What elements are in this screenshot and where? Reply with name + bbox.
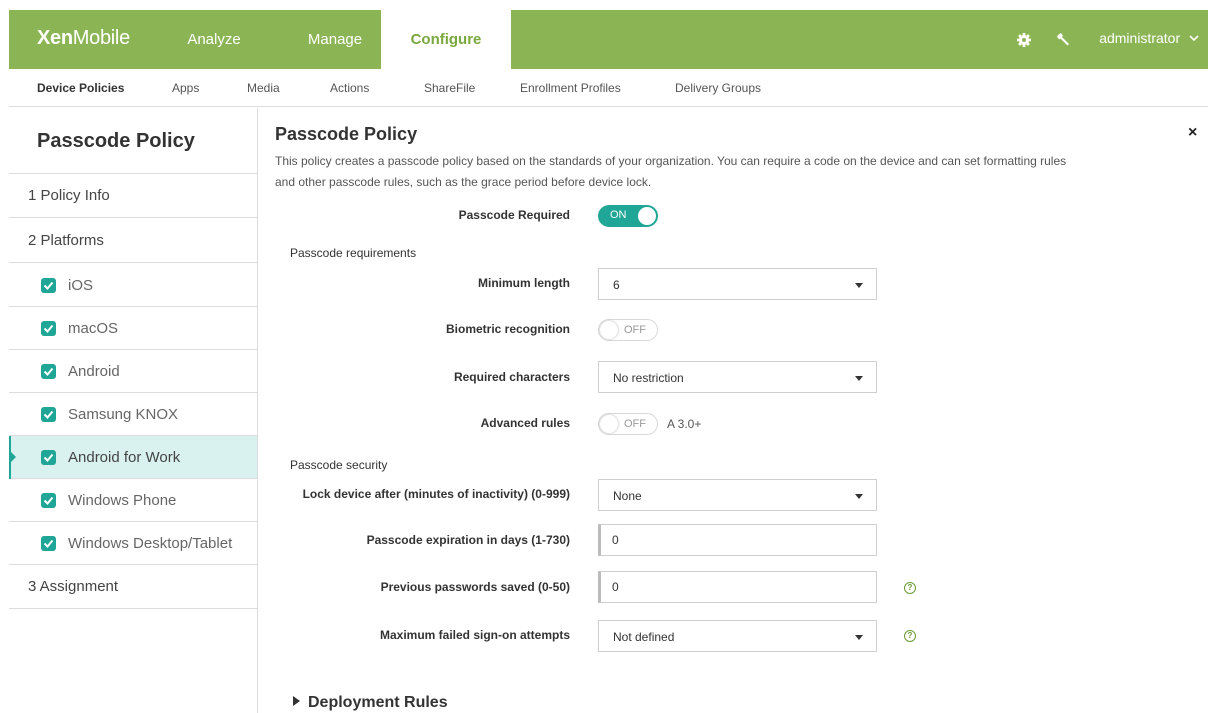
sub-nav-bar: Device Policies Apps Media Actions Share… (9, 69, 1208, 107)
platform-android-for-work[interactable]: Android for Work (9, 436, 257, 479)
xenmobile-logo[interactable]: XenMobile (37, 27, 130, 50)
lock-device-select[interactable]: None (598, 479, 877, 511)
previous-passwords-label: Previous passwords saved (0-50) (380, 580, 570, 594)
checkbox-icon[interactable] (41, 493, 56, 508)
passcode-expiration-input[interactable] (598, 524, 877, 556)
biometric-recognition-label: Biometric recognition (445, 322, 570, 336)
checkbox-icon[interactable] (41, 321, 56, 336)
step-assignment[interactable]: 3 Assignment (9, 565, 257, 609)
subnav-enrollment-profiles[interactable]: Enrollment Profiles (520, 69, 621, 107)
platform-samsung-knox[interactable]: Samsung KNOX (9, 393, 257, 436)
caret-down-icon (855, 635, 863, 640)
max-failed-attempts-label: Maximum failed sign-on attempts (379, 628, 570, 642)
platform-android[interactable]: Android (9, 350, 257, 393)
checkbox-icon[interactable] (41, 278, 56, 293)
policy-description: This policy creates a passcode policy ba… (275, 154, 1067, 189)
caret-down-icon (855, 494, 863, 499)
checkbox-icon[interactable] (41, 407, 56, 422)
select-value: None (613, 489, 642, 503)
checkbox-icon[interactable] (41, 364, 56, 379)
toggle-knob (600, 321, 618, 339)
platform-label: macOS (68, 320, 119, 337)
help-icon[interactable]: ? (904, 582, 916, 594)
platform-windows-phone[interactable]: Windows Phone (9, 479, 257, 522)
platform-label: iOS (68, 277, 94, 294)
subnav-apps[interactable]: Apps (172, 69, 199, 107)
select-value: No restriction (613, 371, 684, 385)
advanced-rules-toggle[interactable]: OFF (598, 413, 658, 435)
subnav-sharefile[interactable]: ShareFile (424, 69, 475, 107)
wrench-icon[interactable] (1055, 31, 1073, 49)
passcode-expiration-label: Passcode expiration in days (1-730) (366, 533, 570, 547)
toggle-state-text: OFF (624, 418, 646, 430)
minimum-length-select[interactable]: 6 (598, 268, 877, 300)
user-name: administrator (1099, 30, 1181, 46)
platform-macos[interactable]: macOS (9, 307, 257, 350)
toggle-state-text: OFF (624, 324, 646, 336)
logo-light-text: Mobile (72, 27, 130, 49)
subnav-delivery-groups[interactable]: Delivery Groups (675, 69, 761, 107)
sidebar-title: Passcode Policy (9, 108, 257, 174)
step-platforms[interactable]: 2 Platforms (9, 219, 257, 263)
lock-device-label: Lock device after (minutes of inactivity… (302, 487, 570, 501)
step-policy-info[interactable]: 1 Policy Info (9, 174, 257, 218)
top-nav-bar: XenMobile Analyze Manage Configure admin… (9, 10, 1208, 69)
required-characters-label: Required characters (453, 370, 570, 384)
nav-configure[interactable]: Configure (381, 10, 511, 69)
section-passcode-requirements: Passcode requirements (290, 246, 417, 260)
max-failed-attempts-select[interactable]: Not defined (598, 620, 877, 652)
platform-label: Windows Phone (68, 492, 177, 509)
platform-ios[interactable]: iOS (9, 264, 257, 307)
platform-label: Android (68, 363, 120, 380)
caret-right-icon (293, 696, 300, 706)
checkbox-icon[interactable] (41, 536, 56, 551)
platform-windows-desktop-tablet[interactable]: Windows Desktop/Tablet (9, 522, 257, 565)
subnav-actions[interactable]: Actions (330, 69, 369, 107)
minimum-length-label: Minimum length (478, 276, 570, 290)
required-characters-select[interactable]: No restriction (598, 361, 877, 393)
previous-passwords-input[interactable] (598, 571, 877, 603)
biometric-recognition-toggle[interactable]: OFF (598, 319, 658, 341)
deployment-rules-label: Deployment Rules (308, 694, 448, 711)
passcode-required-label: Passcode Required (458, 208, 570, 222)
caret-down-icon (855, 376, 863, 381)
subnav-media[interactable]: Media (247, 69, 280, 107)
help-icon[interactable]: ? (904, 630, 916, 642)
subnav-device-policies[interactable]: Device Policies (37, 69, 124, 107)
toggle-knob (638, 207, 656, 225)
platform-label: Windows Desktop/Tablet (68, 535, 233, 552)
advanced-rules-version-note: A 3.0+ (667, 417, 702, 431)
nav-manage[interactable]: Manage (285, 10, 385, 69)
wizard-sidebar: Passcode Policy 1 Policy Info 2 Platform… (9, 108, 258, 713)
close-icon[interactable]: × (1188, 124, 1197, 142)
section-passcode-security: Passcode security (290, 458, 388, 472)
platform-label: Android for Work (68, 449, 181, 466)
platform-label: Samsung KNOX (68, 406, 179, 423)
passcode-required-toggle[interactable]: ON (598, 205, 658, 227)
page-title: Passcode Policy (275, 124, 418, 144)
select-value: 6 (613, 278, 620, 292)
advanced-rules-label: Advanced rules (480, 416, 570, 430)
toggle-state-text: ON (610, 209, 627, 221)
select-value: Not defined (613, 630, 675, 644)
chevron-down-icon (1189, 35, 1199, 42)
logo-bold-text: Xen (37, 27, 73, 49)
user-menu[interactable]: administrator (1099, 10, 1200, 69)
nav-analyze[interactable]: Analyze (169, 10, 259, 69)
checkbox-icon[interactable] (41, 450, 56, 465)
caret-down-icon (855, 283, 863, 288)
deployment-rules-toggle[interactable]: Deployment Rules (293, 694, 448, 712)
gear-icon[interactable] (1015, 31, 1033, 49)
toggle-knob (600, 415, 618, 433)
